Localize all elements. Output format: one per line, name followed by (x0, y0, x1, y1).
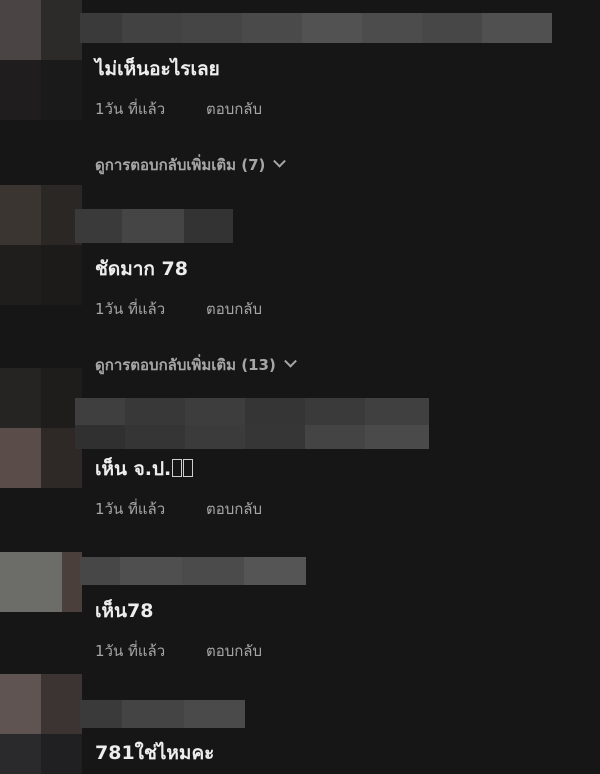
comment-text-value: เห็น จ.ป. (95, 458, 172, 480)
comment-meta: 1วัน ที่แล้ว ตอบกลับ (95, 97, 262, 121)
chevron-down-icon (283, 354, 297, 368)
comment-time: 1วัน ที่แล้ว (95, 642, 166, 660)
chevron-down-icon (273, 154, 287, 168)
commenter-name[interactable] (75, 398, 429, 458)
avatar[interactable] (0, 368, 82, 488)
comment-time: 1วัน ที่แล้ว (95, 300, 166, 318)
comment-meta: 1วัน ที่แล้ว ตอบกลับ (95, 497, 262, 521)
comment-text: ไม่เห็นอะไรเลย (95, 58, 220, 80)
comment-text: ชัดมาก 78 (95, 258, 188, 280)
reply-button[interactable]: ตอบกลับ (206, 639, 262, 663)
comment-text: 781ใช่ไหมคะ (95, 742, 215, 764)
missing-glyph-icon (183, 459, 194, 477)
comment-meta: 1วัน ที่แล้ว ตอบกลับ (95, 639, 262, 663)
comment-time: 1วัน ที่แล้ว (95, 500, 166, 518)
comment-text: เห็น78 (95, 600, 154, 622)
comment-text: เห็น จ.ป. (95, 454, 194, 484)
comment-time: 1วัน ที่แล้ว (95, 100, 166, 118)
reply-button[interactable]: ตอบกลับ (206, 97, 262, 121)
comment-meta: 1วัน ที่แล้ว ตอบกลับ (95, 297, 262, 321)
avatar[interactable] (0, 0, 82, 120)
avatar[interactable] (0, 552, 82, 672)
avatar[interactable] (0, 185, 82, 305)
reply-button[interactable]: ตอบกลับ (206, 497, 262, 521)
view-more-replies-label: ดูการตอบกลับเพิ่มเติม (13) (95, 356, 276, 374)
view-more-replies-button[interactable]: ดูการตอบกลับเพิ่มเติม (7) (95, 153, 287, 177)
avatar[interactable] (0, 674, 82, 774)
view-more-replies-label: ดูการตอบกลับเพิ่มเติม (7) (95, 156, 266, 174)
view-more-replies-button[interactable]: ดูการตอบกลับเพิ่มเติม (13) (95, 353, 297, 377)
missing-glyph-icon (172, 459, 183, 477)
reply-button[interactable]: ตอบกลับ (206, 297, 262, 321)
